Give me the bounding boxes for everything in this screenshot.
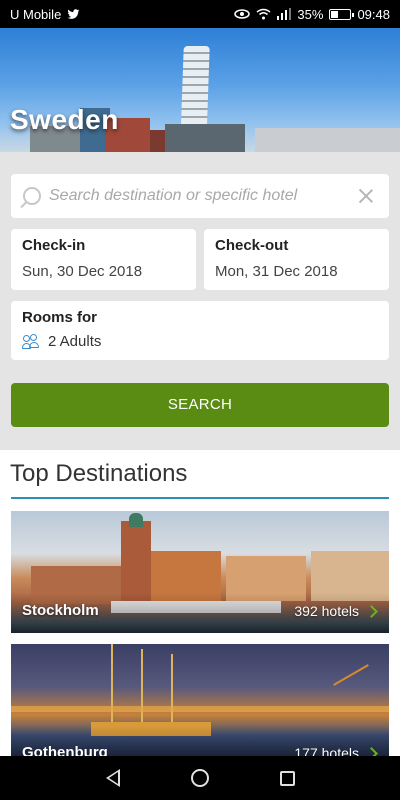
checkout-label: Check-out: [215, 237, 289, 254]
checkin-date: Sun, 30 Dec 2018: [22, 263, 143, 280]
building-image: [165, 124, 245, 152]
search-icon: [23, 187, 41, 205]
checkin-field[interactable]: Check-in Sun, 30 Dec 2018: [11, 229, 196, 290]
destination-name: Stockholm: [22, 602, 99, 619]
rooms-row: 2 Adults: [22, 333, 378, 350]
system-nav-bar: [0, 756, 400, 800]
status-left: U Mobile: [10, 7, 80, 22]
hotel-count: 177 hotels: [294, 745, 359, 756]
carrier-label: U Mobile: [10, 6, 62, 22]
back-icon[interactable]: [105, 769, 120, 787]
section-divider: [11, 497, 389, 499]
status-right: 35% 09:48: [234, 7, 390, 22]
search-panel: Check-in Sun, 30 Dec 2018 Check-out Mon,…: [0, 152, 400, 450]
people-icon: [22, 333, 40, 350]
signal-icon: [277, 8, 292, 20]
checkin-label: Check-in: [22, 237, 86, 254]
status-bar: U Mobile 35% 09:48: [0, 0, 400, 28]
destination-name: Gothenburg: [22, 744, 108, 756]
close-icon[interactable]: [355, 185, 377, 207]
battery-level: [331, 10, 339, 18]
building-image: [255, 128, 400, 152]
page-title: Sweden: [10, 104, 119, 135]
eye-icon: [234, 9, 251, 19]
recent-apps-icon[interactable]: [279, 770, 295, 786]
home-icon[interactable]: [190, 769, 209, 787]
rooms-field[interactable]: Rooms for 2 Adults: [11, 301, 389, 360]
clock: 09:48: [357, 6, 390, 22]
battery-icon: [329, 8, 355, 20]
destination-card-stockholm[interactable]: Stockholm 392 hotels: [11, 511, 389, 633]
wifi-icon: [256, 8, 271, 20]
rooms-value: 2 Adults: [48, 333, 102, 350]
top-destinations: Top Destinations Stockholm 392 hotels Go…: [0, 450, 400, 756]
rooms-label: Rooms for: [22, 309, 97, 326]
battery-percent: 35%: [297, 6, 324, 22]
search-input[interactable]: [49, 187, 355, 205]
search-button[interactable]: SEARCH: [11, 383, 389, 427]
destination-card-gothenburg[interactable]: Gothenburg 177 hotels: [11, 644, 389, 756]
section-title: Top Destinations: [10, 460, 188, 487]
hero-banner: Sweden: [0, 28, 400, 152]
twitter-icon: [67, 8, 80, 19]
search-box[interactable]: [11, 174, 389, 218]
hotel-count: 392 hotels: [294, 603, 359, 619]
checkout-date: Mon, 31 Dec 2018: [215, 263, 338, 280]
checkout-field[interactable]: Check-out Mon, 31 Dec 2018: [204, 229, 389, 290]
